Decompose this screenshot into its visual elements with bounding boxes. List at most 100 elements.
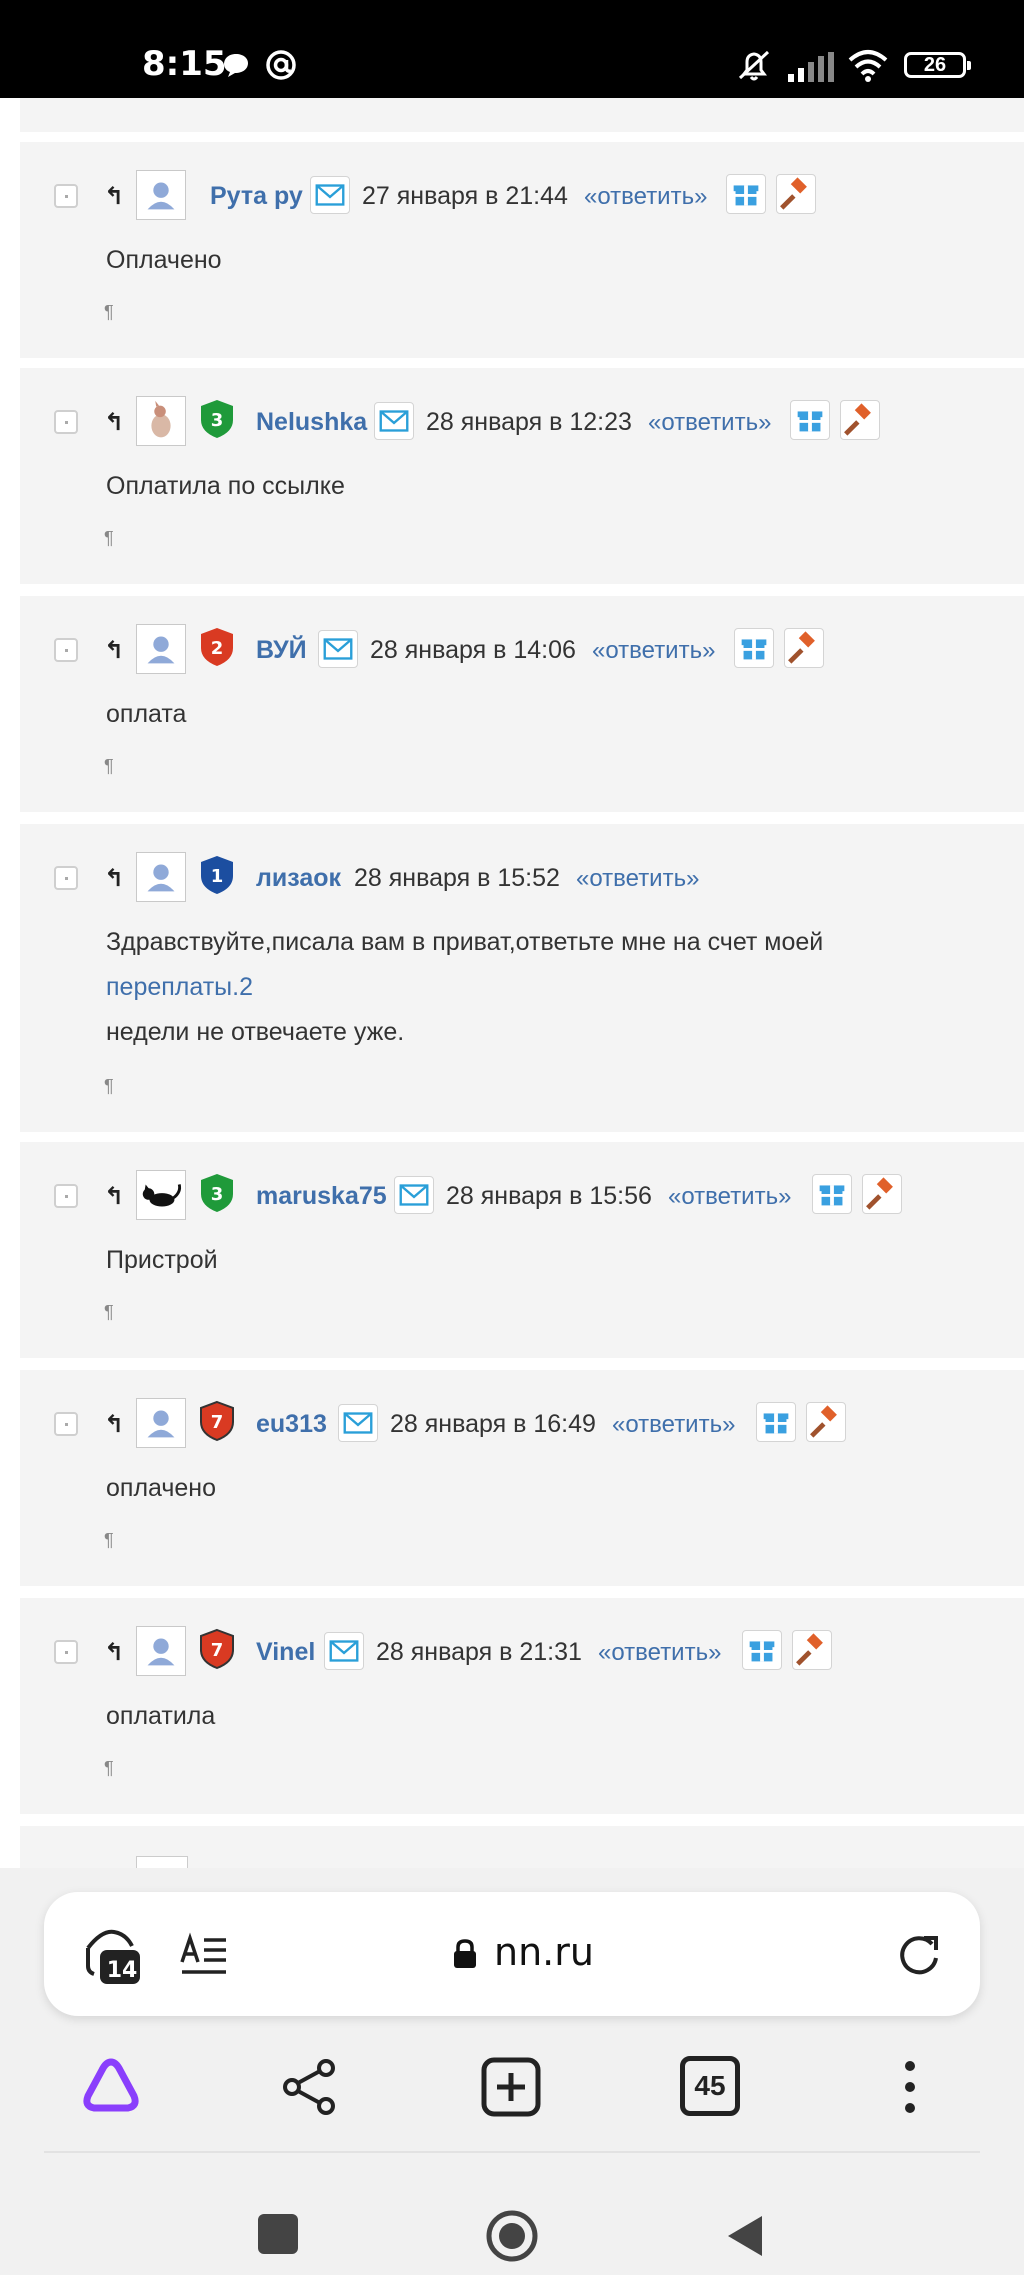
back-button[interactable]: [724, 2212, 766, 2260]
comment-text: Здравствуйте,писала вам в приват,ответьт…: [106, 920, 823, 1055]
permalink-icon[interactable]: ¶: [104, 1076, 114, 1097]
comment-username[interactable]: Vinel: [256, 1638, 315, 1667]
comment-username[interactable]: Рута ру: [210, 182, 303, 211]
home-button[interactable]: [484, 2208, 540, 2264]
status-bar: 8:15 26: [0, 0, 1024, 98]
rank-badge-red: 7: [200, 1628, 234, 1670]
reply-link[interactable]: «ответить»: [576, 865, 699, 893]
cat-avatar[interactable]: [136, 396, 186, 446]
comment-checkbox[interactable]: [54, 638, 78, 662]
gavel-icon[interactable]: [840, 400, 880, 440]
status-time: 8:15: [142, 44, 227, 84]
comment-username[interactable]: ВУЙ: [256, 636, 307, 665]
comment-date: 28 января в 21:31: [376, 1638, 582, 1666]
gavel-icon[interactable]: [784, 628, 824, 668]
gavel-icon[interactable]: [862, 1174, 902, 1214]
gift-icon[interactable]: [726, 174, 766, 214]
comment-item: ↰ Рута ру 27 января в 21:44 «ответить» О…: [20, 142, 1024, 358]
comment-username[interactable]: Nelushka: [256, 408, 367, 437]
mail-icon[interactable]: [374, 402, 414, 440]
permalink-icon[interactable]: ¶: [104, 1758, 114, 1779]
url-text[interactable]: nn.ru: [494, 1930, 594, 1974]
rank-badge-green: 3: [201, 400, 233, 438]
wifi-icon: [848, 50, 888, 82]
comment-checkbox[interactable]: [54, 410, 78, 434]
comment-text: оплатила: [106, 1702, 216, 1730]
gift-icon[interactable]: [734, 628, 774, 668]
comment-checkbox[interactable]: [54, 184, 78, 208]
reply-arrow-icon[interactable]: ↰: [104, 636, 124, 665]
comment-item: ↰ 7 Vinel 28 января в 21:31 «ответить» о…: [20, 1598, 1024, 1814]
new-tab-icon[interactable]: [480, 2056, 542, 2118]
reply-link[interactable]: «ответить»: [592, 637, 715, 665]
alice-assistant-icon[interactable]: [80, 2056, 142, 2114]
reply-link[interactable]: «ответить»: [598, 1639, 721, 1667]
protection-count: 14: [106, 1958, 138, 1983]
mail-icon[interactable]: [310, 176, 350, 214]
comment-checkbox[interactable]: [54, 1412, 78, 1436]
reply-link[interactable]: «ответить»: [584, 183, 707, 211]
comment-checkbox[interactable]: [54, 1184, 78, 1208]
reply-arrow-icon[interactable]: ↰: [104, 408, 124, 437]
reply-link[interactable]: «ответить»: [648, 409, 771, 437]
avatar[interactable]: [136, 170, 186, 220]
comment-username[interactable]: лизаок: [256, 864, 341, 893]
comment-item-partial: [20, 1826, 1024, 1868]
mail-icon[interactable]: [324, 1632, 364, 1670]
reader-mode-icon[interactable]: [180, 1932, 230, 1978]
reply-arrow-icon[interactable]: ↰: [104, 1638, 124, 1667]
lock-icon: [454, 1939, 476, 1968]
reply-arrow-icon[interactable]: ↰: [104, 864, 124, 893]
reply-arrow-icon[interactable]: ↰: [104, 182, 124, 211]
comment-text-line: недели не отвечаете уже.: [106, 1018, 405, 1046]
reply-arrow-icon[interactable]: ↰: [104, 1182, 124, 1211]
avatar[interactable]: [136, 852, 186, 902]
comment-username[interactable]: maruska75: [256, 1182, 387, 1211]
battery-icon: 26: [904, 52, 971, 78]
gift-icon[interactable]: [812, 1174, 852, 1214]
comment-item: ↰ 2 ВУЙ 28 января в 14:06 «ответить» опл…: [20, 596, 1024, 812]
permalink-icon[interactable]: ¶: [104, 756, 114, 777]
share-icon[interactable]: [280, 2058, 340, 2116]
comment-item: ↰ 3 maruska75 28 января в 15:56 «ответит…: [20, 1142, 1024, 1358]
comment-date: 28 января в 14:06: [370, 636, 576, 664]
permalink-icon[interactable]: ¶: [104, 302, 114, 323]
message-icon: [224, 54, 248, 77]
mail-icon[interactable]: [338, 1404, 378, 1442]
black-cat-avatar[interactable]: [136, 1170, 186, 1220]
gavel-icon[interactable]: [776, 174, 816, 214]
comment-date: 28 января в 15:56: [446, 1182, 652, 1210]
avatar[interactable]: [136, 1398, 186, 1448]
permalink-icon[interactable]: ¶: [104, 1302, 114, 1323]
reload-icon[interactable]: [894, 1930, 944, 1980]
comment-item: ↰ 1 лизаок 28 января в 15:52 «ответить» …: [20, 824, 1024, 1132]
rank-badge-red: 2: [201, 628, 233, 666]
rank-badge-green: 3: [201, 1174, 233, 1212]
mail-icon[interactable]: [318, 630, 358, 668]
avatar[interactable]: [136, 1626, 186, 1676]
gift-icon[interactable]: [742, 1630, 782, 1670]
comment-date: 28 января в 15:52: [354, 864, 560, 892]
reply-arrow-icon[interactable]: ↰: [104, 1410, 124, 1439]
comment-username[interactable]: eu313: [256, 1410, 327, 1439]
more-menu-icon[interactable]: [898, 2058, 922, 2116]
gavel-icon[interactable]: [806, 1402, 846, 1442]
mail-icon[interactable]: [394, 1176, 434, 1214]
tabs-button[interactable]: 45: [680, 2056, 740, 2116]
gavel-icon[interactable]: [792, 1630, 832, 1670]
reply-link[interactable]: «ответить»: [612, 1411, 735, 1439]
gift-icon[interactable]: [790, 400, 830, 440]
permalink-icon[interactable]: ¶: [104, 528, 114, 549]
recent-apps-button[interactable]: [258, 2214, 298, 2254]
avatar[interactable]: [136, 624, 186, 674]
permalink-icon[interactable]: ¶: [104, 1530, 114, 1551]
at-icon: [266, 50, 296, 80]
comment-text: Оплачено: [106, 246, 222, 274]
gift-icon[interactable]: [756, 1402, 796, 1442]
svg-text:7: 7: [211, 1640, 224, 1661]
comment-checkbox[interactable]: [54, 1640, 78, 1664]
address-bar[interactable]: 14 nn.ru: [44, 1892, 980, 2016]
comment-checkbox[interactable]: [54, 866, 78, 890]
reply-link[interactable]: «ответить»: [668, 1183, 791, 1211]
comment-text-link[interactable]: переплаты.2: [106, 965, 823, 1010]
